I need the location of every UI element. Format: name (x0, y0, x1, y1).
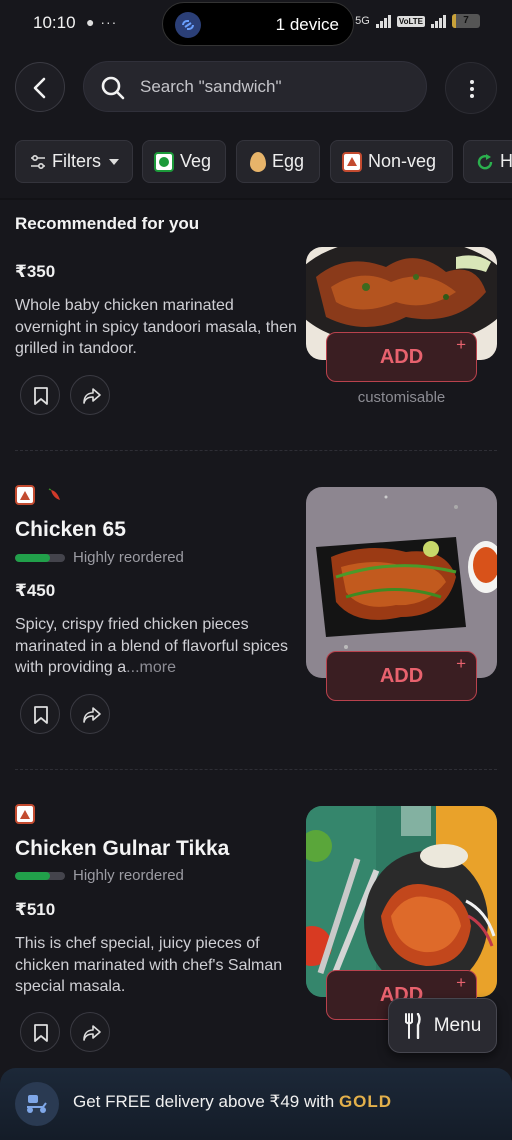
menu-label: Menu (433, 1014, 482, 1036)
more-options-button[interactable] (445, 62, 497, 114)
non-veg-chip[interactable]: Non-veg (330, 140, 453, 183)
island-text: 1 device (275, 15, 339, 34)
share-button[interactable] (70, 1012, 110, 1052)
filters-chip[interactable]: Filters (15, 140, 133, 183)
gold-banner[interactable]: Get FREE delivery above ₹49 with GOLD (0, 1068, 512, 1140)
gold-banner-text: Get FREE delivery above ₹49 with GOLD (73, 1092, 393, 1111)
add-button[interactable]: ADD + (326, 332, 477, 382)
share-button[interactable] (70, 375, 110, 415)
volte-icon: VoLTE (396, 15, 425, 27)
delivery-scooter-icon (15, 1082, 59, 1126)
dish-price: ₹350 (15, 262, 56, 281)
egg-icon (250, 151, 266, 172)
chevron-left-icon (33, 77, 46, 99)
share-icon (83, 707, 101, 723)
more-link[interactable]: ...more (126, 659, 176, 676)
chili-icon (48, 488, 60, 500)
gold-label: GOLD (338, 1092, 393, 1111)
network-label: 5G (355, 15, 370, 27)
reorder-label: Highly reordered (73, 867, 184, 884)
dashed-divider (15, 450, 497, 451)
dish-price: ₹510 (15, 900, 56, 919)
add-button[interactable]: ADD + (326, 651, 477, 701)
customisable-label: customisable (357, 389, 446, 406)
dynamic-island[interactable]: 1 device (162, 2, 354, 46)
plus-icon: + (456, 973, 466, 992)
status-bar: 10:10 ● ··· 1 device 5G VoLTE 7 (0, 0, 512, 50)
reorder-bar (15, 871, 65, 880)
search-bar[interactable] (83, 61, 427, 112)
back-button[interactable] (15, 62, 65, 112)
add-label: ADD (379, 345, 424, 368)
bookmark-button[interactable] (20, 1012, 60, 1052)
sliders-icon (31, 154, 45, 169)
egg-label: Egg (272, 151, 305, 171)
non-veg-label: Non-veg (368, 151, 437, 171)
bookmark-button[interactable] (20, 694, 60, 734)
share-icon (83, 1025, 101, 1041)
add-label: ADD (379, 664, 424, 687)
dish-name: Chicken 65 (15, 518, 126, 541)
egg-chip[interactable]: Egg (236, 140, 320, 183)
menu-button[interactable]: Menu (388, 998, 497, 1053)
notification-icons: ● ··· (86, 14, 118, 30)
status-right: 5G VoLTE 7 (355, 14, 480, 28)
dish-description: Spicy, crispy fried chicken pieces marin… (15, 616, 289, 676)
bookmark-icon (34, 387, 48, 405)
dish-description: This is chef special, juicy pieces of ch… (15, 935, 283, 995)
bookmark-button[interactable] (20, 375, 60, 415)
cutlery-icon (404, 1012, 421, 1039)
section-title: Recommended for you (15, 214, 200, 233)
bookmark-icon (34, 1024, 48, 1042)
reorder-bar (15, 553, 65, 562)
signal-icon-2 (431, 14, 446, 28)
filter-chips: Filters Veg Egg Non-veg H (15, 140, 512, 184)
signal-icon (375, 14, 391, 28)
plus-icon: + (456, 335, 466, 354)
link-icon (175, 12, 201, 38)
plus-icon: + (456, 654, 466, 673)
veg-icon (154, 151, 174, 172)
non-veg-icon (342, 151, 362, 172)
dish-image[interactable] (306, 806, 497, 997)
dish-image[interactable] (306, 487, 497, 678)
dish-price: ₹450 (15, 581, 56, 600)
search-icon (101, 76, 125, 100)
reorder-badge: Highly reordered (15, 867, 184, 884)
reorder-label: Highly reordered (73, 549, 184, 566)
non-veg-icon (15, 804, 35, 824)
dashed-divider (15, 769, 497, 770)
dish-name: Chicken Gulnar Tikka (15, 837, 230, 860)
divider (0, 198, 512, 200)
share-icon (83, 388, 101, 404)
search-input[interactable] (140, 76, 410, 98)
reorder-badge: Highly reordered (15, 549, 184, 566)
filters-label: Filters (52, 151, 101, 171)
veg-label: Veg (180, 151, 212, 171)
veg-chip[interactable]: Veg (142, 140, 226, 183)
dish-description: Whole baby chicken marinated overnight i… (15, 297, 297, 357)
share-button[interactable] (70, 694, 110, 734)
chip-label: H (500, 151, 512, 171)
highly-reordered-chip[interactable]: H (463, 140, 512, 183)
bookmark-icon (34, 706, 48, 724)
caret-down-icon (109, 158, 119, 165)
non-veg-icon (15, 485, 35, 505)
battery-icon: 7 (452, 14, 480, 28)
refresh-icon (477, 153, 493, 169)
status-time: 10:10 (33, 13, 76, 32)
